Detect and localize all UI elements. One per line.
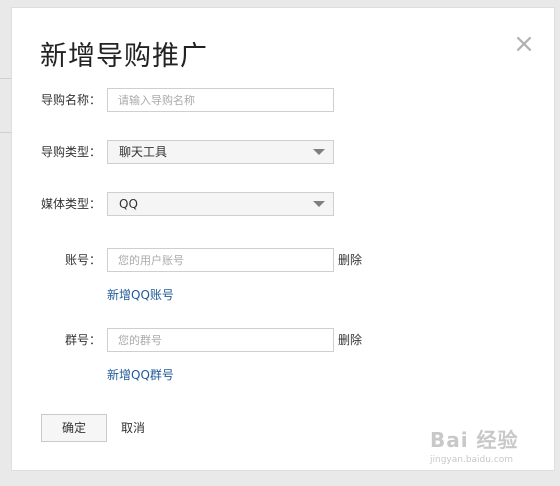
media-type-select[interactable]: QQ bbox=[107, 192, 334, 216]
group-input[interactable] bbox=[107, 328, 334, 352]
guide-name-label: 导购名称： bbox=[41, 93, 102, 107]
guide-name-input[interactable] bbox=[107, 88, 334, 112]
media-type-label: 媒体类型： bbox=[41, 197, 102, 211]
add-guide-dialog: 新增导购推广 × 导购名称： 导购类型： 聊天工具 媒体类型： QQ 账号： 删… bbox=[11, 7, 555, 471]
watermark-logo-text: Bai 经验 bbox=[430, 428, 519, 452]
chevron-down-icon bbox=[313, 201, 325, 207]
baidu-watermark: Bai 经验 jingyan.baidu.com bbox=[430, 424, 550, 472]
guide-type-label: 导购类型： bbox=[41, 145, 102, 159]
add-qq-group-link[interactable]: 新增QQ群号 bbox=[107, 366, 174, 383]
cancel-button[interactable]: 取消 bbox=[121, 414, 145, 442]
account-label: 账号： bbox=[65, 253, 102, 267]
group-delete-button[interactable]: 删除 bbox=[338, 328, 362, 352]
guide-type-value: 聊天工具 bbox=[119, 145, 168, 159]
account-input[interactable] bbox=[107, 248, 334, 272]
media-type-value: QQ bbox=[119, 197, 138, 211]
add-qq-account-link[interactable]: 新增QQ账号 bbox=[107, 286, 174, 303]
group-label: 群号： bbox=[65, 333, 102, 347]
close-icon[interactable]: × bbox=[512, 31, 536, 57]
chevron-down-icon bbox=[313, 149, 325, 155]
guide-type-select[interactable]: 聊天工具 bbox=[107, 140, 334, 164]
confirm-button[interactable]: 确定 bbox=[41, 414, 107, 442]
watermark-url: jingyan.baidu.com bbox=[430, 455, 514, 465]
dialog-title: 新增导购推广 bbox=[40, 41, 208, 72]
account-delete-button[interactable]: 删除 bbox=[338, 248, 362, 272]
